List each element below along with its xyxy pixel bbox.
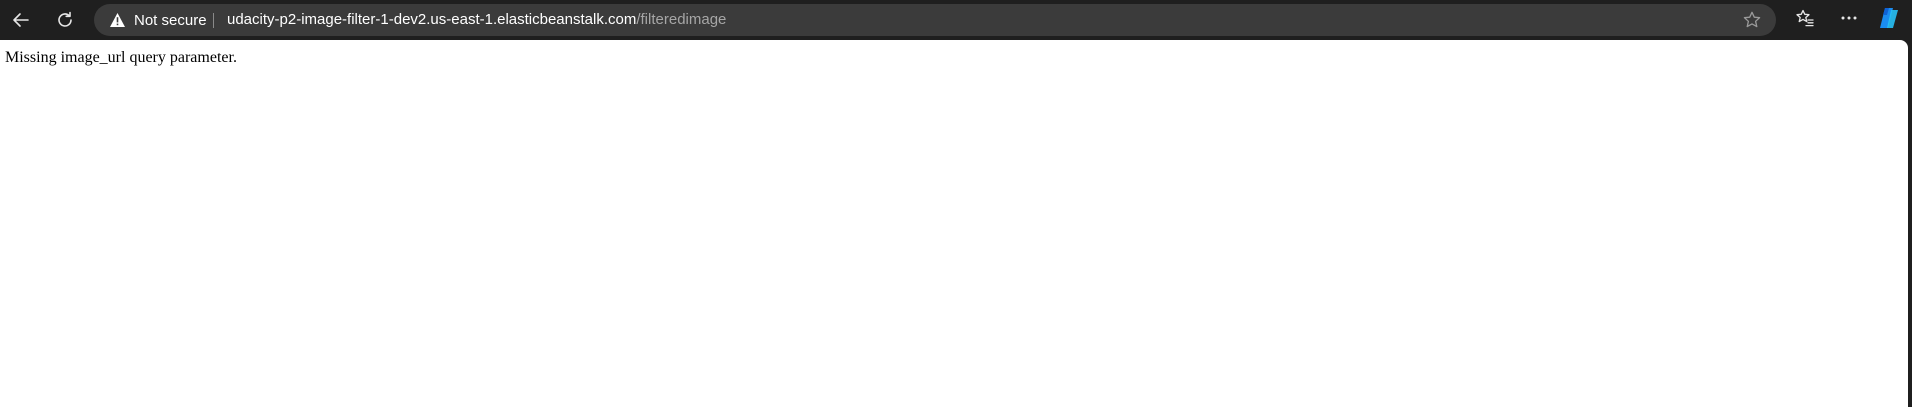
favorites-button[interactable] <box>1790 5 1820 35</box>
copilot-button[interactable] <box>1874 5 1904 35</box>
omnibox-divider <box>213 13 214 28</box>
address-bar[interactable]: Not secure udacity-p2-image-filter-1-dev… <box>94 4 1776 36</box>
settings-and-more-button[interactable] <box>1834 5 1864 35</box>
reload-button[interactable] <box>50 5 80 35</box>
star-outline-icon[interactable] <box>1742 10 1762 30</box>
site-info-button[interactable]: Not secure <box>108 4 207 36</box>
copilot-icon <box>1877 6 1901 35</box>
refresh-icon <box>55 10 75 30</box>
page-content: Missing image_url query parameter. <box>0 40 1908 407</box>
url-path: /filteredimage <box>636 11 727 28</box>
more-horizontal-icon <box>1839 8 1859 33</box>
back-button[interactable] <box>6 5 36 35</box>
browser-toolbar: Not secure udacity-p2-image-filter-1-dev… <box>0 0 1912 40</box>
not-secure-label: Not secure <box>134 11 207 29</box>
arrow-left-icon <box>11 10 31 30</box>
url-text[interactable]: udacity-p2-image-filter-1-dev2.us-east-1… <box>227 4 726 36</box>
favorites-list-icon <box>1795 8 1815 33</box>
warning-triangle-icon <box>108 11 126 29</box>
error-message: Missing image_url query parameter. <box>5 49 237 66</box>
window-edge <box>1908 40 1912 407</box>
url-host: udacity-p2-image-filter-1-dev2.us-east-1… <box>227 11 637 28</box>
